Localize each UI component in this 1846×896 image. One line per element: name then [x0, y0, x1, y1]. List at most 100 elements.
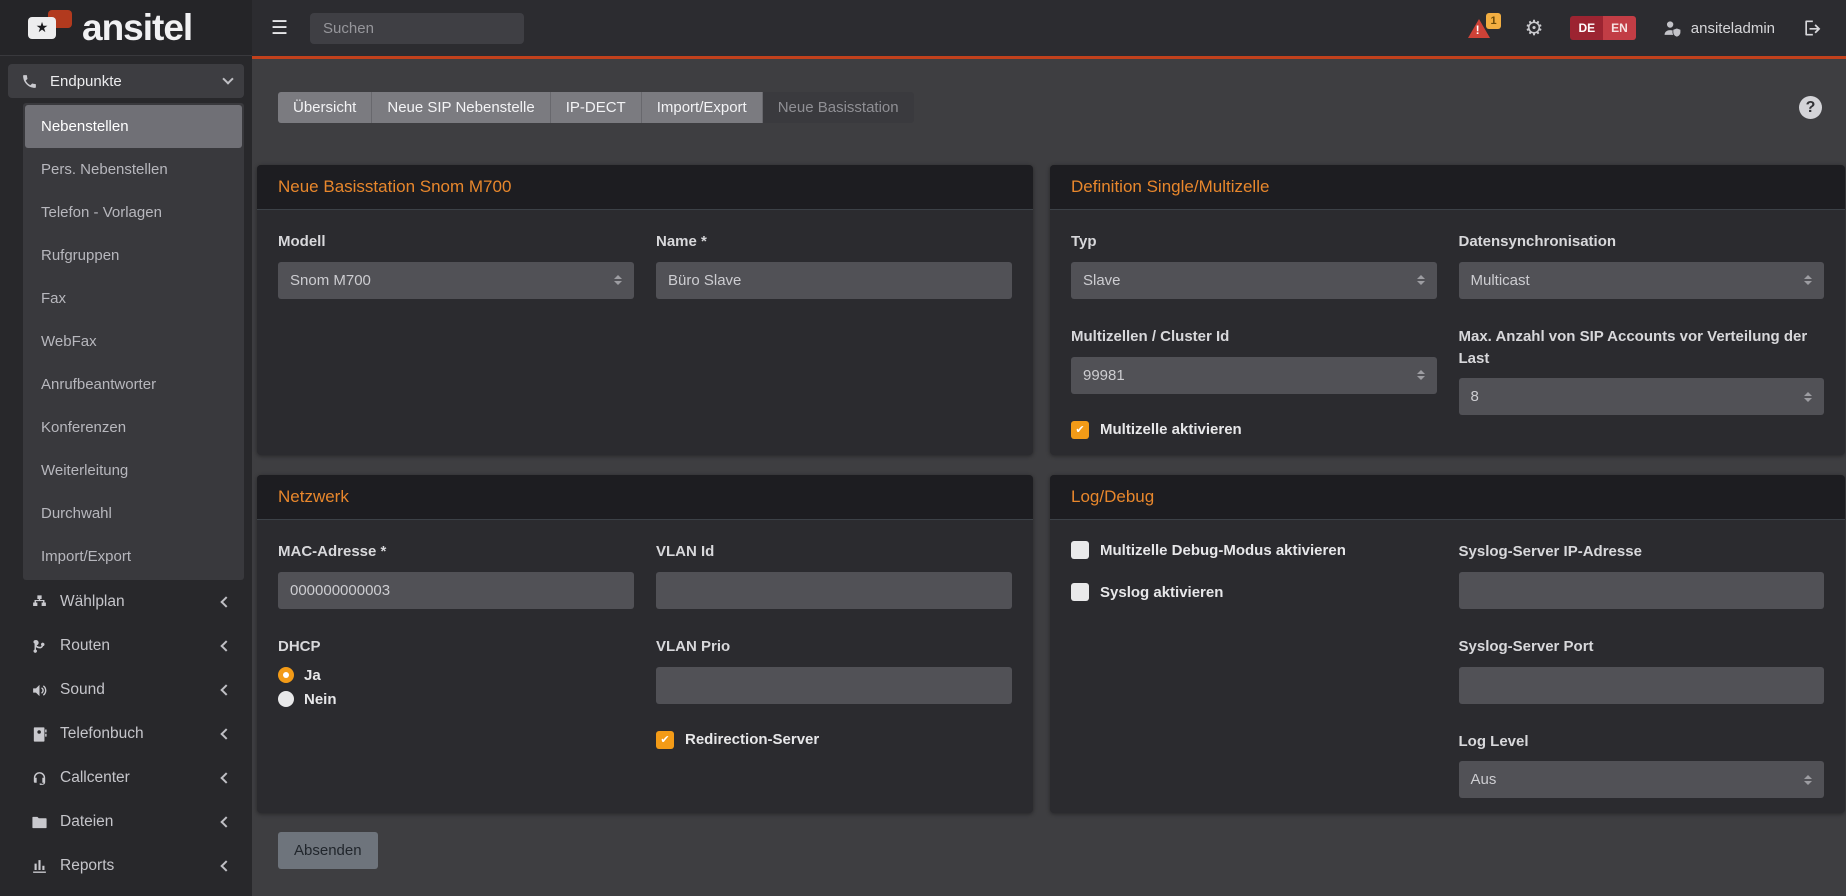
checkbox-checked-icon: [656, 731, 674, 749]
tab-label: IP-DECT: [566, 99, 626, 116]
sidebar-item-rufgruppen[interactable]: Rufgruppen: [25, 234, 242, 277]
field-label: Modell: [278, 231, 634, 253]
syslog-checkbox[interactable]: Syslog aktivieren: [1071, 583, 1437, 601]
checkbox-icon: [1071, 583, 1089, 601]
max-sip-accounts-select[interactable]: 8: [1459, 378, 1825, 415]
checkbox-label: Multizelle aktivieren: [1100, 421, 1242, 438]
field-label: Log Level: [1459, 731, 1825, 753]
tab-neue-sip-nebenstelle[interactable]: Neue SIP Nebenstelle: [372, 92, 550, 123]
tab-label: Neue SIP Nebenstelle: [387, 99, 534, 116]
dhcp-ja-radio[interactable]: Ja: [278, 667, 634, 684]
sidebar-item-label: Pers. Nebenstellen: [41, 161, 168, 178]
route-icon: [30, 638, 49, 655]
log-level-select[interactable]: Aus: [1459, 761, 1825, 798]
alerts-button[interactable]: 1: [1468, 19, 1490, 38]
select-arrows-icon: [614, 275, 622, 285]
field-label: Name *: [656, 231, 1012, 253]
user-shield-icon: [1663, 18, 1682, 39]
panel-header: Neue Basisstation Snom M700: [257, 165, 1033, 210]
panel-body: Multizelle Debug-Modus aktivieren Syslog…: [1050, 520, 1845, 813]
datensynchronisation-select[interactable]: Multicast: [1459, 262, 1825, 299]
mac-adresse-input[interactable]: [278, 572, 634, 609]
headset-icon: [30, 770, 49, 787]
brand-logo-icon: [28, 10, 72, 46]
sidebar-item-endpunkte[interactable]: Endpunkte: [8, 64, 244, 98]
lang-de-button[interactable]: DE: [1570, 16, 1603, 40]
tab-ip-dect[interactable]: IP-DECT: [551, 92, 642, 123]
multizelle-checkbox[interactable]: Multizelle aktivieren: [1071, 421, 1437, 439]
logout-icon[interactable]: [1802, 18, 1822, 38]
name-input[interactable]: [656, 262, 1012, 299]
debug-modus-checkbox[interactable]: Multizelle Debug-Modus aktivieren: [1071, 541, 1437, 559]
sidebar-item-label: Telefon - Vorlagen: [41, 204, 162, 221]
sidebar-item-anrufbeantworter[interactable]: Anrufbeantworter: [25, 363, 242, 406]
search-input[interactable]: [310, 13, 524, 44]
panel-title: Log/Debug: [1071, 487, 1154, 507]
sidebar-item-dateien[interactable]: Dateien: [0, 800, 252, 844]
help-icon[interactable]: [1799, 96, 1822, 119]
folder-icon: [30, 814, 49, 831]
field-label: MAC-Adresse *: [278, 541, 634, 563]
vlan-prio-field: VLAN Prio: [656, 636, 1012, 704]
sidebar-item-waehlplan[interactable]: Wählplan: [0, 580, 252, 624]
typ-select[interactable]: Slave: [1071, 262, 1437, 299]
sidebar-menu: Endpunkte Nebenstellen Pers. Nebenstelle…: [0, 56, 252, 888]
sidebar-item-konferenzen[interactable]: Konferenzen: [25, 406, 242, 449]
panel-body: Typ Slave Multizellen / Cluster Id: [1050, 210, 1845, 455]
sidebar-item-reports[interactable]: Reports: [0, 844, 252, 888]
checkbox-icon: [1071, 541, 1089, 559]
alerts-badge: 1: [1486, 13, 1500, 29]
panel-title: Netzwerk: [278, 487, 349, 507]
dhcp-nein-radio[interactable]: Nein: [278, 691, 634, 708]
sidebar-item-weiterleitung[interactable]: Weiterleitung: [25, 449, 242, 492]
sidebar-item-import-export[interactable]: Import/Export: [25, 535, 242, 578]
sidebar-item-nebenstellen[interactable]: Nebenstellen: [25, 105, 242, 148]
sidebar-item-pers-nebenstellen[interactable]: Pers. Nebenstellen: [25, 148, 242, 191]
vlan-id-field: VLAN Id: [656, 541, 1012, 609]
redirection-server-checkbox[interactable]: Redirection-Server: [656, 731, 1012, 749]
typ-field: Typ Slave: [1071, 231, 1437, 299]
select-value: Snom M700: [290, 272, 371, 289]
sidebar-item-label: Weiterleitung: [41, 462, 128, 479]
sidebar-item-webfax[interactable]: WebFax: [25, 320, 242, 363]
sidebar-item-telefon-vorlagen[interactable]: Telefon - Vorlagen: [25, 191, 242, 234]
username: ansiteladmin: [1691, 20, 1775, 37]
syslog-ip-input[interactable]: [1459, 572, 1825, 609]
sidebar-item-label: Dateien: [60, 813, 113, 831]
sidebar-item-fax[interactable]: Fax: [25, 277, 242, 320]
modell-select[interactable]: Snom M700: [278, 262, 634, 299]
brand[interactable]: ansitel: [0, 0, 252, 56]
field-label: Multizellen / Cluster Id: [1071, 326, 1437, 348]
panel-log-debug: Log/Debug Multizelle Debug-Modus aktivie…: [1050, 475, 1845, 813]
syslog-port-input[interactable]: [1459, 667, 1825, 704]
checkbox-label: Syslog aktivieren: [1100, 584, 1223, 601]
sidebar-item-label: Konferenzen: [41, 419, 126, 436]
sidebar-item-callcenter[interactable]: Callcenter: [0, 756, 252, 800]
chevron-left-icon: [220, 640, 231, 651]
lang-en-button[interactable]: EN: [1603, 16, 1636, 40]
select-arrows-icon: [1804, 392, 1812, 402]
gear-icon[interactable]: [1525, 18, 1544, 39]
submit-button[interactable]: Absenden: [278, 832, 378, 869]
select-value: Slave: [1083, 272, 1121, 289]
sidebar-item-label: Routen: [60, 637, 110, 655]
panel-title: Definition Single/Multizelle: [1071, 177, 1269, 197]
field-label: Typ: [1071, 231, 1437, 253]
sidebar-item-sound[interactable]: Sound: [0, 668, 252, 712]
checkbox-label: Redirection-Server: [685, 731, 819, 748]
address-book-icon: [30, 726, 49, 743]
tab-import-export[interactable]: Import/Export: [642, 92, 763, 123]
vlan-id-input[interactable]: [656, 572, 1012, 609]
sidebar-item-telefonbuch[interactable]: Telefonbuch: [0, 712, 252, 756]
tab-uebersicht[interactable]: Übersicht: [278, 92, 372, 123]
tab-neue-basisstation[interactable]: Neue Basisstation: [763, 92, 914, 123]
vlan-prio-input[interactable]: [656, 667, 1012, 704]
sidebar-item-routen[interactable]: Routen: [0, 624, 252, 668]
cluster-id-select[interactable]: 99981: [1071, 357, 1437, 394]
hamburger-menu-icon[interactable]: [271, 17, 288, 40]
radio-label: Nein: [304, 691, 337, 708]
select-arrows-icon: [1804, 275, 1812, 285]
sitemap-icon: [30, 594, 49, 611]
sidebar-item-durchwahl[interactable]: Durchwahl: [25, 492, 242, 535]
user-menu[interactable]: ansiteladmin: [1663, 18, 1775, 39]
